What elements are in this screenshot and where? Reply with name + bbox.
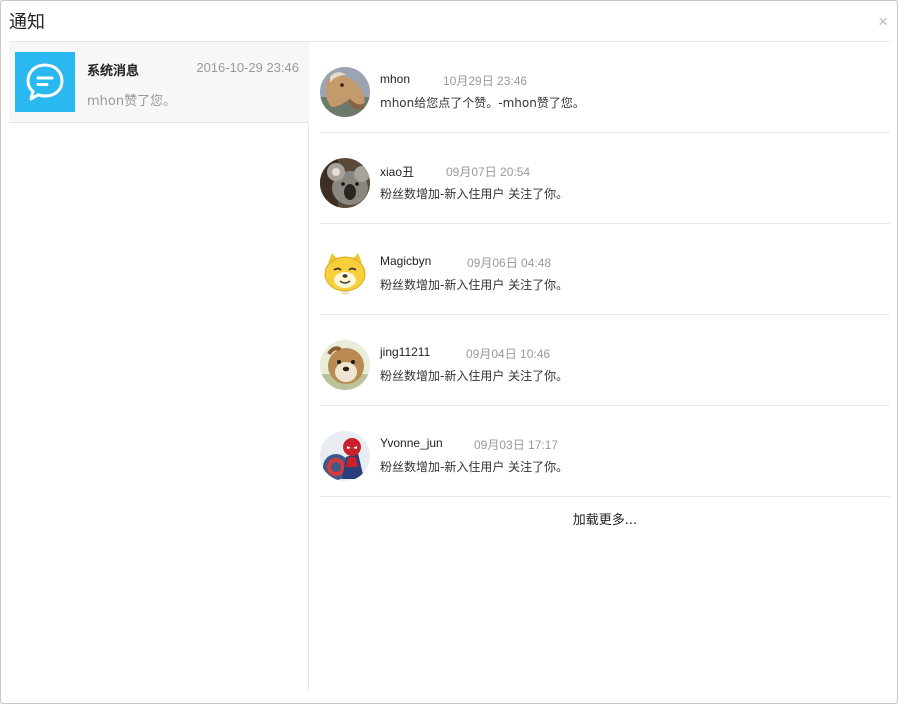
message-username[interactable]: xiao丑 [380,163,414,180]
message-time: 10月29日 23:46 [443,74,528,88]
message-time: 09月06日 04:48 [467,256,552,270]
message-time: 09月07日 20:54 [446,165,531,179]
message-item: Magicbyn 09月06日 04:48 粉丝数增加-新入住用户 关注了你。 [320,224,890,315]
spiderman-avatar[interactable] [320,431,370,481]
message-item: mhon 10月29日 23:46 mhon给您点了个赞。-mhon赞了您。 [320,42,890,133]
dog-avatar[interactable] [320,340,370,390]
conversation-name: 系统消息 [87,64,140,79]
message-username[interactable]: mhon [380,72,410,86]
message-text: mhon给您点了个赞。-mhon赞了您。 [380,96,585,110]
message-text: 粉丝数增加-新入住用户 关注了你。 [380,187,569,201]
message-text: 粉丝数增加-新入住用户 关注了你。 [380,278,569,292]
doge-avatar[interactable] [320,249,370,299]
message-username[interactable]: Magicbyn [380,254,431,268]
dialog-header: 通知 × [1,1,897,42]
message-username[interactable]: jing11211 [380,345,430,359]
notification-dialog: 通知 × 系统消息 2016-10-29 23:46 mhon赞了您。 mhon… [0,0,898,704]
horse-avatar[interactable] [320,67,370,117]
message-text: 粉丝数增加-新入住用户 关注了你。 [380,369,569,383]
message-username[interactable]: Yvonne_jun [380,436,443,450]
conversation-preview: mhon赞了您。 [87,94,177,109]
message-item: Yvonne_jun 09月03日 17:17 粉丝数增加-新入住用户 关注了你… [320,406,890,497]
message-list: mhon 10月29日 23:46 mhon给您点了个赞。-mhon赞了您。 x… [320,42,890,692]
dialog-title: 通知 [9,12,45,33]
message-text: 粉丝数增加-新入住用户 关注了你。 [380,460,569,474]
koala-avatar[interactable] [320,158,370,208]
close-icon[interactable]: × [878,13,888,31]
message-time: 09月04日 10:46 [466,347,551,361]
chat-bubble-icon [15,52,75,112]
message-item: jing11211 09月04日 10:46 粉丝数增加-新入住用户 关注了你。 [320,315,890,406]
message-time: 09月03日 17:17 [474,438,559,452]
conversation-item-system[interactable]: 系统消息 2016-10-29 23:46 mhon赞了您。 [9,42,309,123]
conversation-time: 2016-10-29 23:46 [196,60,299,75]
load-more-button[interactable]: 加载更多... [320,509,890,528]
message-item: xiao丑 09月07日 20:54 粉丝数增加-新入住用户 关注了你。 [320,133,890,224]
conversation-list: 系统消息 2016-10-29 23:46 mhon赞了您。 [9,42,309,692]
